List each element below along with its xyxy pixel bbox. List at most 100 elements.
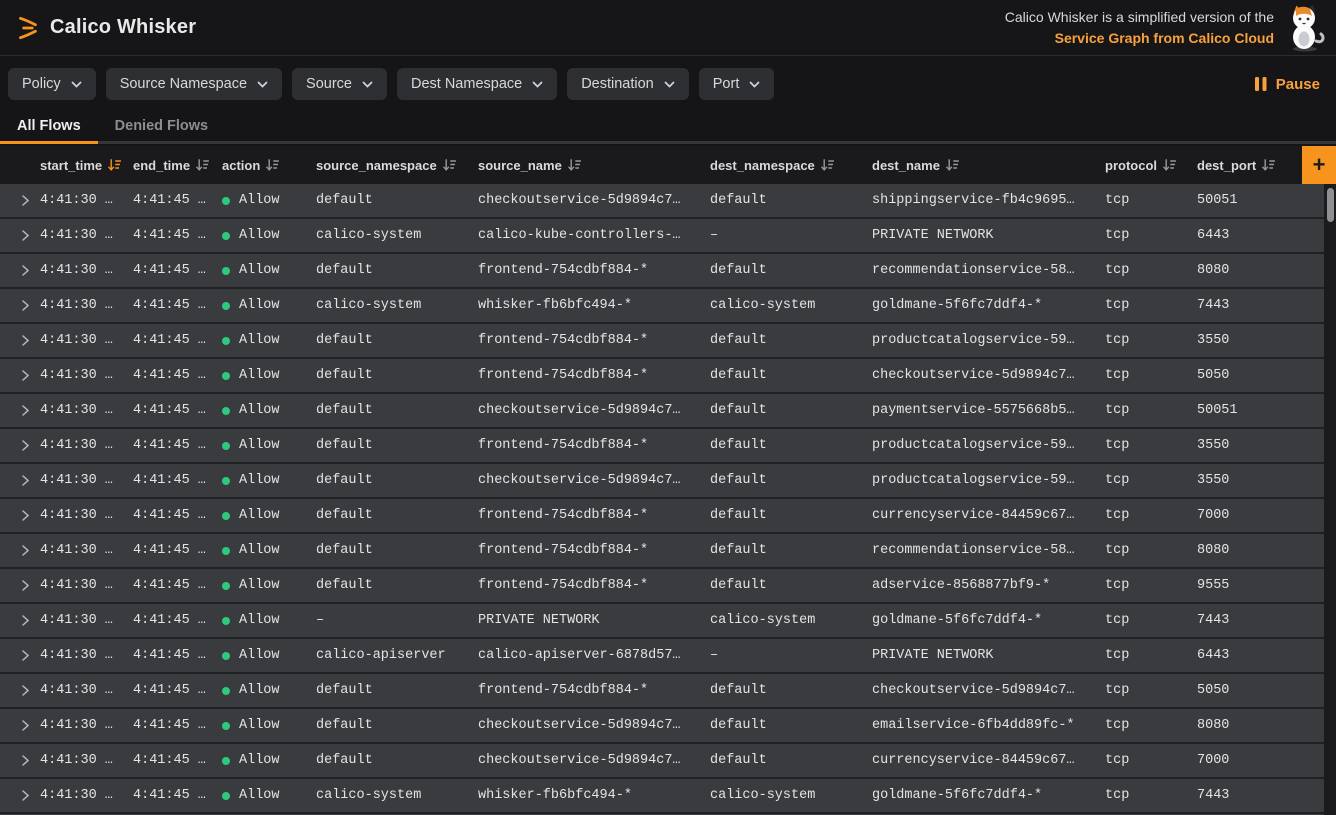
row-expander[interactable] — [16, 650, 40, 661]
filter-port[interactable]: Port — [699, 68, 775, 100]
column-header-action[interactable]: action — [222, 158, 316, 173]
cell-source-namespace: default — [316, 578, 478, 593]
allow-status-dot — [222, 232, 230, 240]
cell-action: Allow — [222, 543, 316, 558]
cell-action: Allow — [222, 753, 316, 768]
cell-dest-namespace: default — [710, 403, 872, 418]
cell-dest-port: 50051 — [1197, 193, 1302, 208]
row-expander[interactable] — [16, 580, 40, 591]
table-row[interactable]: 4:41:30 …4:41:45 …Allowcalico-systemcali… — [0, 219, 1336, 252]
table-row[interactable]: 4:41:30 …4:41:45 …Allowdefaultfrontend-7… — [0, 499, 1336, 532]
row-expander[interactable] — [16, 195, 40, 206]
table-row[interactable]: 4:41:30 …4:41:45 …Allowdefaultfrontend-7… — [0, 254, 1336, 287]
row-expander[interactable] — [16, 405, 40, 416]
table-row[interactable]: 4:41:30 …4:41:45 …Allowcalico-systemwhis… — [0, 779, 1336, 812]
cell-source-name: frontend-754cdbf884-* — [478, 368, 710, 383]
allow-status-dot — [222, 372, 230, 380]
table-row[interactable]: 4:41:30 …4:41:45 …Allowdefaultfrontend-7… — [0, 534, 1336, 567]
cell-dest-namespace: calico-system — [710, 298, 872, 313]
cell-source-name: calico-apiserver-6878d57… — [478, 648, 710, 663]
pause-button[interactable]: Pause — [1255, 76, 1320, 93]
tabs: All FlowsDenied Flows — [0, 110, 1336, 144]
cell-source-name: checkoutservice-5d9894c7… — [478, 403, 710, 418]
row-expander[interactable] — [16, 440, 40, 451]
column-header-source-name[interactable]: source_name — [478, 158, 710, 173]
row-expander[interactable] — [16, 755, 40, 766]
row-expander[interactable] — [16, 615, 40, 626]
table-row[interactable]: 4:41:30 …4:41:45 …Allowdefaultfrontend-7… — [0, 674, 1336, 707]
table-row[interactable]: 4:41:30 …4:41:45 …Allowdefaultcheckoutse… — [0, 744, 1336, 777]
column-label: start_time — [40, 158, 102, 173]
cell-source-namespace: default — [316, 508, 478, 523]
column-header-end-time[interactable]: end_time — [133, 158, 222, 173]
cell-dest-name: goldmane-5f6fc7ddf4-* — [872, 613, 1105, 628]
row-expander[interactable] — [16, 510, 40, 521]
cell-action: Allow — [222, 403, 316, 418]
table-row[interactable]: 4:41:30 …4:41:45 …Allowdefaultfrontend-7… — [0, 569, 1336, 602]
cell-protocol: tcp — [1105, 263, 1197, 278]
row-expander[interactable] — [16, 475, 40, 486]
table-row[interactable]: 4:41:30 …4:41:45 …Allowdefaultcheckoutse… — [0, 709, 1336, 742]
chevron-right-icon — [22, 440, 29, 451]
tab-all-flows[interactable]: All Flows — [0, 110, 98, 144]
row-expander[interactable] — [16, 370, 40, 381]
column-header-protocol[interactable]: protocol — [1105, 158, 1197, 173]
table-row[interactable]: 4:41:30 …4:41:45 …Allowdefaultcheckoutse… — [0, 394, 1336, 427]
cell-end-time: 4:41:45 … — [133, 613, 222, 628]
cell-protocol: tcp — [1105, 298, 1197, 313]
table-row[interactable]: 4:41:30 …4:41:45 …Allowcalico-systemwhis… — [0, 289, 1336, 322]
cell-dest-name: recommendationservice-58… — [872, 263, 1105, 278]
filter-dest-namespace[interactable]: Dest Namespace — [397, 68, 557, 100]
chevron-down-icon — [749, 81, 760, 88]
table-row[interactable]: 4:41:30 …4:41:45 …Allowdefaultfrontend-7… — [0, 324, 1336, 357]
row-expander[interactable] — [16, 720, 40, 731]
cell-start-time: 4:41:30 … — [40, 193, 133, 208]
column-label: dest_name — [872, 158, 940, 173]
table-scrollbar[interactable] — [1327, 188, 1334, 222]
cell-source-name: frontend-754cdbf884-* — [478, 263, 710, 278]
filter-destination[interactable]: Destination — [567, 68, 689, 100]
cell-source-namespace: calico-apiserver — [316, 648, 478, 663]
column-header-dest-namespace[interactable]: dest_namespace — [710, 158, 872, 173]
table-row[interactable]: 4:41:30 …4:41:45 …Allowdefaultcheckoutse… — [0, 464, 1336, 497]
cell-source-namespace: calico-system — [316, 228, 478, 243]
cell-source-namespace: default — [316, 543, 478, 558]
row-expander[interactable] — [16, 335, 40, 346]
chevron-right-icon — [22, 720, 29, 731]
column-header-dest-name[interactable]: dest_name — [872, 158, 1105, 173]
cell-start-time: 4:41:30 … — [40, 683, 133, 698]
app-title: Calico Whisker — [50, 16, 196, 39]
cell-protocol: tcp — [1105, 333, 1197, 348]
table-row[interactable]: 4:41:30 …4:41:45 …Allowdefaultfrontend-7… — [0, 429, 1336, 462]
row-expander[interactable] — [16, 685, 40, 696]
cell-source-name: frontend-754cdbf884-* — [478, 508, 710, 523]
action-label: Allow — [239, 193, 280, 208]
table-row[interactable]: 4:41:30 …4:41:45 …Allow–PRIVATE NETWORKc… — [0, 604, 1336, 637]
cell-protocol: tcp — [1105, 543, 1197, 558]
filter-source-namespace[interactable]: Source Namespace — [106, 68, 282, 100]
table-row[interactable]: 4:41:30 …4:41:45 …Allowdefaultfrontend-7… — [0, 359, 1336, 392]
filter-policy[interactable]: Policy — [8, 68, 96, 100]
column-header-dest-port[interactable]: dest_port — [1197, 158, 1302, 173]
action-label: Allow — [239, 788, 280, 803]
column-header-start-time[interactable]: start_time — [40, 158, 133, 173]
row-expander[interactable] — [16, 300, 40, 311]
row-expander[interactable] — [16, 545, 40, 556]
chevron-right-icon — [22, 300, 29, 311]
cell-source-name: frontend-754cdbf884-* — [478, 578, 710, 593]
chevron-down-icon — [362, 81, 373, 88]
filter-source[interactable]: Source — [292, 68, 387, 100]
cell-protocol: tcp — [1105, 578, 1197, 593]
cell-end-time: 4:41:45 … — [133, 438, 222, 453]
table-row[interactable]: 4:41:30 …4:41:45 …Allowcalico-apiserverc… — [0, 639, 1336, 672]
table-row[interactable]: 4:41:30 …4:41:45 …Allowdefaultcheckoutse… — [0, 184, 1336, 217]
row-expander[interactable] — [16, 265, 40, 276]
allow-status-dot — [222, 197, 230, 205]
row-expander[interactable] — [16, 790, 40, 801]
row-expander[interactable] — [16, 230, 40, 241]
service-graph-link[interactable]: Service Graph from Calico Cloud — [1005, 28, 1274, 49]
add-column-button[interactable]: + — [1302, 146, 1336, 184]
tab-denied-flows[interactable]: Denied Flows — [98, 110, 225, 144]
cell-action: Allow — [222, 368, 316, 383]
column-header-source-namespace[interactable]: source_namespace — [316, 158, 478, 173]
